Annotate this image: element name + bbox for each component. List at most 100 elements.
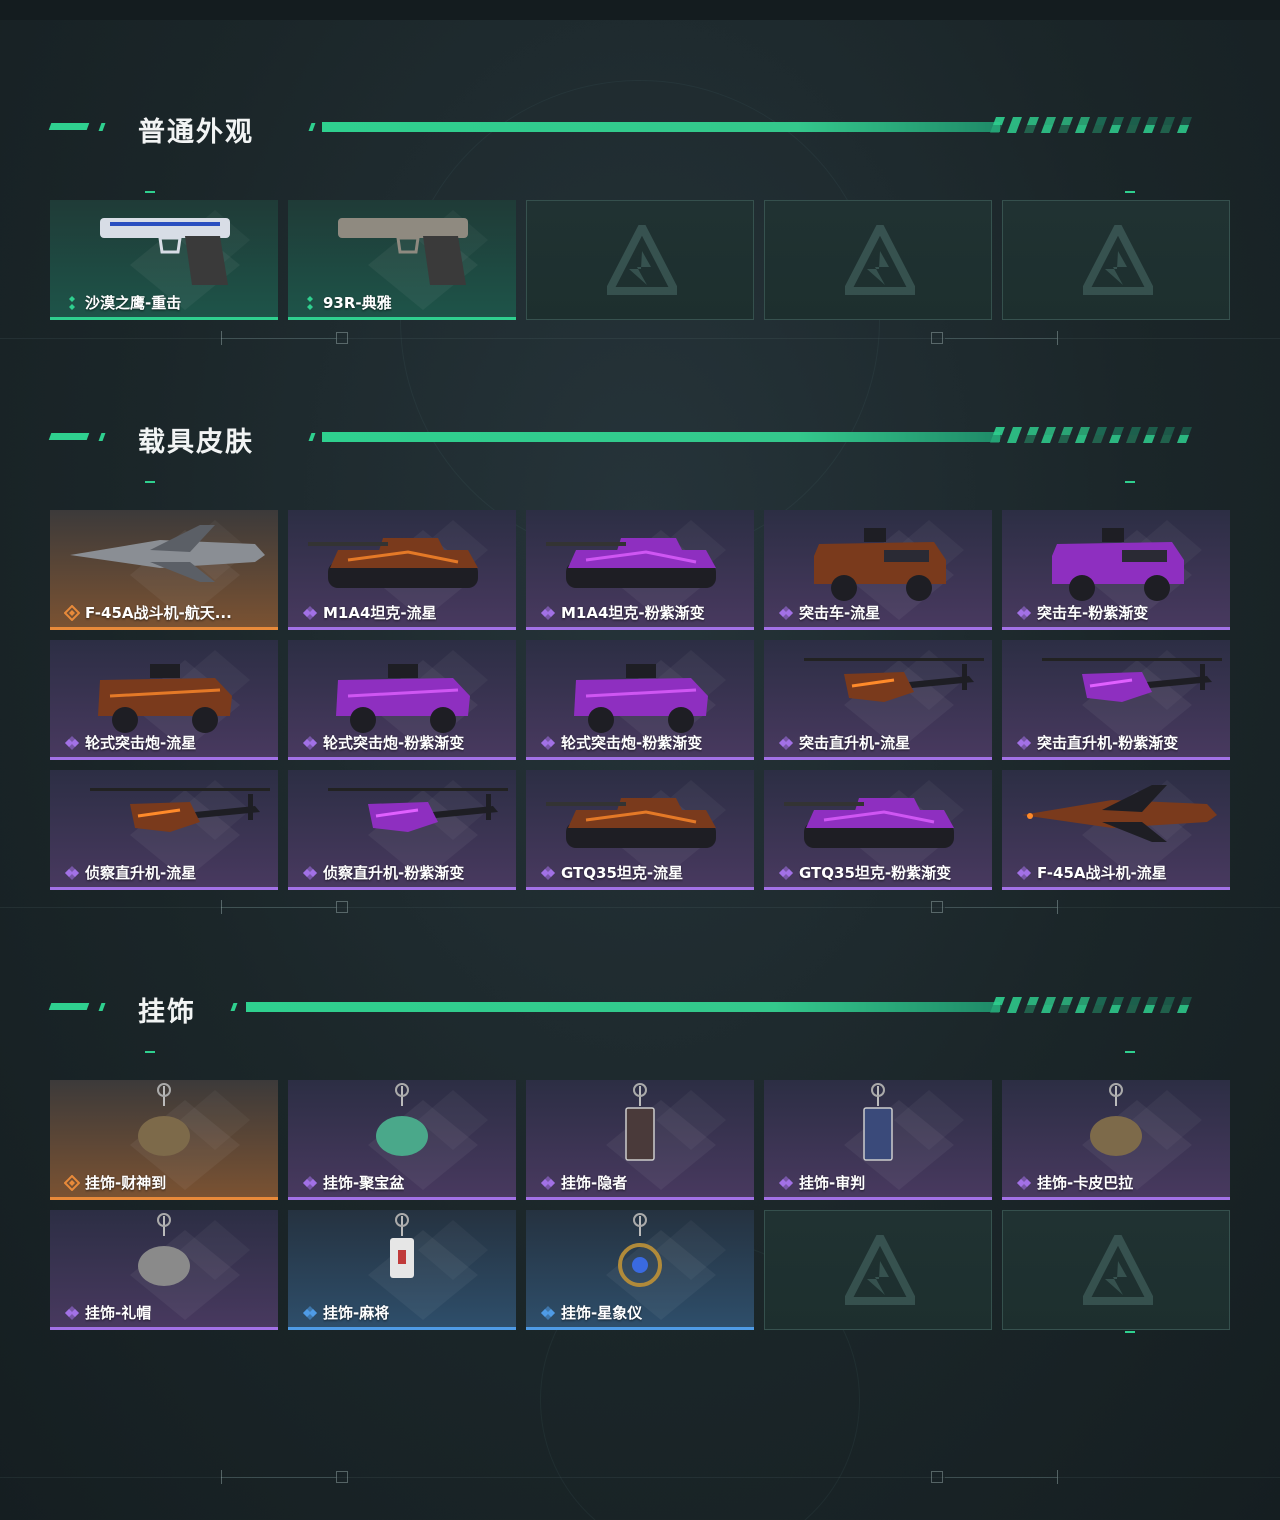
header-rail	[322, 122, 1000, 132]
rarity-badge	[778, 605, 794, 621]
item-card[interactable]: 突击直升机-流星	[764, 640, 992, 760]
purple-rarity-icon	[541, 1175, 555, 1190]
item-name: 突击车-粉紫渐变	[1037, 604, 1149, 622]
rarity-badge	[302, 735, 318, 751]
charm-image	[138, 1213, 190, 1286]
tank-image	[784, 798, 954, 848]
divider-tick	[1057, 331, 1058, 345]
item-card[interactable]: 侦察直升机-流星	[50, 770, 278, 890]
purple-rarity-icon	[541, 605, 555, 620]
section-title: 普通外观	[138, 117, 254, 148]
truck-image	[1052, 528, 1184, 601]
armored-car-image	[98, 664, 232, 733]
green-rarity-icon	[307, 295, 313, 310]
item-card[interactable]: 沙漠之鹰-重击	[50, 200, 278, 320]
item-card[interactable]: 突击车-粉紫渐变	[1002, 510, 1230, 630]
item-name: GTQ35坦克-粉紫渐变	[799, 864, 952, 882]
top-band	[0, 0, 1280, 20]
tank-image	[308, 538, 478, 588]
item-card[interactable]: 轮式突击炮-流星	[50, 640, 278, 760]
item-card[interactable]: GTQ35坦克-流星	[526, 770, 754, 890]
item-label: 挂饰-聚宝盆	[302, 1172, 404, 1193]
pistol-image	[100, 218, 230, 285]
item-card[interactable]: 挂饰-礼帽	[50, 1210, 278, 1330]
header-accent-bar	[48, 123, 90, 130]
divider-line	[221, 907, 336, 908]
item-label: M1A4坦克-流星	[302, 602, 437, 623]
divider-line	[945, 907, 1057, 908]
item-name: 93R-典雅	[323, 294, 392, 312]
item-card[interactable]: M1A4坦克-流星	[288, 510, 516, 630]
item-card[interactable]: 挂饰-卡皮巴拉	[1002, 1080, 1230, 1200]
item-card[interactable]: 挂饰-星象仪	[526, 1210, 754, 1330]
item-card[interactable]: 挂饰-隐者	[526, 1080, 754, 1200]
item-card[interactable]: M1A4坦克-粉紫渐变	[526, 510, 754, 630]
item-label: GTQ35坦克-流星	[540, 862, 683, 883]
item-label: 轮式突击炮-粉紫渐变	[302, 732, 464, 753]
item-card[interactable]: 挂饰-聚宝盆	[288, 1080, 516, 1200]
item-label: 挂饰-麻将	[302, 1302, 389, 1323]
item-label: 侦察直升机-粉紫渐变	[302, 862, 464, 883]
item-label: 挂饰-礼帽	[64, 1302, 151, 1323]
purple-rarity-icon	[65, 1305, 79, 1320]
helicopter-image	[90, 788, 270, 832]
item-label: GTQ35坦克-粉紫渐变	[778, 862, 951, 883]
divider-line	[945, 1477, 1057, 1478]
game-logo-icon	[607, 225, 677, 295]
item-card[interactable]: 突击车-流星	[764, 510, 992, 630]
divider-tick	[1057, 1470, 1058, 1484]
item-name: 挂饰-礼帽	[85, 1304, 152, 1322]
corner-mark	[145, 1051, 155, 1053]
divider-decoration	[0, 330, 1280, 350]
purple-rarity-icon	[541, 865, 555, 880]
item-card[interactable]: 挂饰-麻将	[288, 1210, 516, 1330]
item-card[interactable]: GTQ35坦克-粉紫渐变	[764, 770, 992, 890]
header-rail-tick	[308, 433, 316, 441]
rarity-badge	[64, 1174, 81, 1191]
charm-image	[625, 1083, 655, 1161]
checker-pattern-icon	[990, 427, 1192, 443]
section-header-appearance: 普通外观	[0, 108, 1280, 148]
item-name: 挂饰-隐者	[561, 1174, 628, 1192]
item-name: 侦察直升机-流星	[85, 864, 197, 882]
item-label: 突击直升机-流星	[778, 732, 910, 753]
item-card[interactable]: F-45A战斗机-航天...	[50, 510, 278, 630]
item-name: F-45A战斗机-航天...	[85, 604, 232, 622]
item-label: M1A4坦克-粉紫渐变	[540, 602, 705, 623]
item-label: 挂饰-财神到	[64, 1172, 166, 1193]
item-name: GTQ35坦克-流星	[561, 864, 684, 882]
header-rail-tick	[308, 123, 316, 131]
rarity-badge	[1016, 735, 1032, 751]
tank-image	[546, 798, 716, 848]
item-card[interactable]: 93R-典雅	[288, 200, 516, 320]
item-label: 93R-典雅	[302, 292, 392, 313]
header-accent-bar	[48, 433, 90, 440]
rarity-badge	[64, 1305, 80, 1321]
armored-car-image	[574, 664, 708, 733]
divider-line	[945, 338, 1057, 339]
item-card[interactable]: 轮式突击炮-粉紫渐变	[288, 640, 516, 760]
item-card[interactable]: 轮式突击炮-粉紫渐变	[526, 640, 754, 760]
item-name: 突击直升机-粉紫渐变	[1037, 734, 1179, 752]
empty-slot	[1002, 1210, 1230, 1330]
blue-rarity-icon	[541, 1305, 555, 1320]
purple-rarity-icon	[1017, 735, 1031, 750]
corner-mark	[1125, 1331, 1135, 1333]
item-label: 突击车-流星	[778, 602, 880, 623]
item-name: 轮式突击炮-粉紫渐变	[561, 734, 703, 752]
item-card[interactable]: 挂饰-财神到	[50, 1080, 278, 1200]
game-logo-icon	[845, 1235, 915, 1305]
item-name: F-45A战斗机-流星	[1037, 864, 1167, 882]
checker-pattern-icon	[990, 117, 1192, 133]
item-card[interactable]: 突击直升机-粉紫渐变	[1002, 640, 1230, 760]
rarity-badge	[540, 1305, 556, 1321]
rarity-badge	[778, 1175, 794, 1191]
divider-line	[221, 338, 336, 339]
background-ring	[400, 80, 880, 560]
item-card[interactable]: 挂饰-审判	[764, 1080, 992, 1200]
item-card[interactable]: F-45A战斗机-流星	[1002, 770, 1230, 890]
item-card[interactable]: 侦察直升机-粉紫渐变	[288, 770, 516, 890]
checker-squares	[990, 997, 1192, 1013]
checker-pattern-icon	[990, 997, 1192, 1013]
charm-image	[618, 1213, 662, 1287]
